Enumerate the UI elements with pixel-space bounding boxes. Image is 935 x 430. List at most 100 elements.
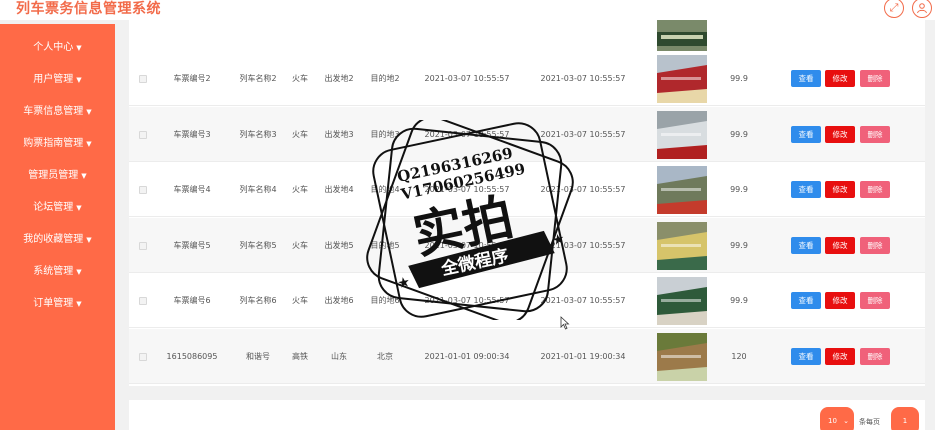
edit-button[interactable]: 修改 [825, 181, 855, 198]
view-button[interactable]: 查看 [791, 70, 821, 87]
cell-type: 火车 [292, 185, 308, 194]
sidebar-item-label: 我的收藏管理 [23, 234, 84, 245]
delete-button[interactable]: 删除 [860, 181, 890, 198]
cell-name: 列车名称4 [239, 185, 277, 194]
cell-from: 出发地2 [324, 74, 354, 83]
train-photo [657, 332, 707, 381]
cell-arrive: 2021-03-07 10:55:57 [540, 240, 626, 250]
fullscreen-icon[interactable]: ⤢ [884, 0, 904, 18]
row-checkbox[interactable] [139, 130, 147, 139]
view-button[interactable]: 查看 [791, 236, 821, 254]
edit-button[interactable]: 修改 [825, 70, 855, 87]
train-photo [657, 110, 707, 159]
sidebar-item-label: 用户管理 [33, 74, 74, 85]
train-photo [657, 20, 707, 51]
sidebar-item[interactable]: 管理员管理 ▼ [0, 160, 115, 192]
view-button[interactable]: 查看 [791, 292, 821, 309]
cell-depart: 2021-03-07 10:55:57 [424, 296, 510, 305]
cell-arrive: 2021-03-07 10:55:57 [540, 296, 626, 305]
table-row: 车票编号3 列车名称3 火车 出发地3 目的地3 2021-03-07 10:55:57 2… [129, 106, 925, 162]
page-button-current[interactable]: 1 [891, 407, 919, 430]
cell-from: 出发地4 [324, 185, 354, 194]
cell-from: 山东 [331, 351, 347, 361]
cell-code: 车票编号5 [173, 240, 211, 250]
cell-arrive: 2021-03-07 10:55:57 [540, 129, 626, 139]
table-row: 车票编号6 列车名称6 火车 出发地6 目的地6 2021-03-07 10:55:57 2… [129, 273, 925, 328]
cell-name: 和谐号 [246, 351, 270, 361]
sidebar-item-label: 车票信息管理 [23, 106, 84, 117]
cell-name: 列车名称3 [239, 129, 277, 139]
table-row: 车票编号4 列车名称4 火车 出发地4 目的地4 2021-03-07 10:55:57 2… [129, 162, 925, 217]
cell-code: 车票编号4 [173, 185, 211, 194]
cell-type: 火车 [292, 296, 308, 305]
edit-button[interactable]: 修改 [825, 292, 855, 309]
ticket-table: 车票编号2 列车名称2 火车 出发地2 目的地2 2021-03-07 10:55:57 2… [129, 20, 925, 386]
cell-depart: 2021-03-07 10:55:57 [424, 129, 510, 139]
row-checkbox[interactable] [139, 297, 147, 305]
view-button[interactable]: 查看 [791, 347, 821, 365]
row-checkbox[interactable] [139, 241, 147, 250]
cell-code: 车票编号3 [173, 129, 211, 139]
caret-down-icon: ▼ [76, 268, 82, 276]
mouse-cursor-icon [560, 316, 570, 330]
caret-down-icon: ▼ [86, 236, 92, 244]
row-checkbox[interactable] [139, 186, 147, 194]
view-button[interactable]: 查看 [791, 125, 821, 143]
sidebar-item[interactable]: 论坛管理 ▼ [0, 192, 115, 224]
delete-button[interactable]: 删除 [860, 125, 890, 143]
sidebar-item-label: 购票指南管理 [23, 138, 84, 149]
cell-code: 1615086095 [166, 351, 218, 361]
delete-button[interactable]: 删除 [860, 70, 890, 87]
cell-price: 99.9 [730, 240, 748, 250]
cell-code: 车票编号2 [173, 74, 211, 83]
view-button[interactable]: 查看 [791, 181, 821, 198]
cell-price: 99.9 [730, 74, 748, 83]
caret-down-icon: ▼ [81, 172, 87, 180]
top-bar: 列车票务信息管理系统 ⤢ [0, 0, 935, 20]
sidebar-item[interactable]: 个人中心 ▼ [0, 32, 115, 64]
cell-price: 99.9 [730, 185, 748, 194]
cell-to: 北京 [377, 351, 393, 361]
sidebar-item-label: 系统管理 [33, 266, 74, 277]
sidebar-item[interactable]: 订单管理 ▼ [0, 288, 115, 320]
sidebar-item-label: 个人中心 [33, 42, 74, 53]
cell-from: 出发地5 [324, 240, 354, 250]
cell-name: 列车名称2 [239, 74, 277, 83]
cell-type: 火车 [292, 129, 308, 139]
delete-button[interactable]: 删除 [860, 292, 890, 309]
caret-down-icon: ▼ [76, 204, 82, 212]
row-checkbox[interactable] [139, 352, 147, 361]
delete-button[interactable]: 删除 [860, 347, 890, 365]
cell-depart: 2021-03-07 10:55:57 [424, 185, 510, 194]
sidebar-item-label: 管理员管理 [28, 170, 79, 181]
caret-down-icon: ▼ [76, 44, 82, 52]
table-row: 车票编号2 列车名称2 火车 出发地2 目的地2 2021-03-07 10:55:57 2… [129, 51, 925, 106]
train-photo [657, 166, 707, 214]
sidebar-item[interactable]: 系统管理 ▼ [0, 256, 115, 288]
cell-name: 列车名称5 [239, 240, 277, 250]
user-icon[interactable] [912, 0, 932, 18]
cell-price: 99.9 [730, 296, 748, 305]
pagination: 10 ⌄ 条每页 1 [129, 400, 925, 430]
sidebar-item[interactable]: 我的收藏管理 ▼ [0, 224, 115, 256]
cell-name: 列车名称6 [239, 296, 277, 305]
edit-button[interactable]: 修改 [825, 236, 855, 254]
table-row: 1615086095 和谐号 高铁 山东 北京 2021-01-01 09:00:34 20… [129, 328, 925, 384]
cell-to: 目的地3 [370, 129, 400, 139]
edit-button[interactable]: 修改 [825, 347, 855, 365]
page-size-select[interactable]: 10 ⌄ [820, 407, 854, 430]
delete-button[interactable]: 删除 [860, 236, 890, 254]
train-photo [657, 221, 707, 270]
chevron-down-icon: ⌄ [843, 417, 849, 425]
sidebar-item[interactable]: 购票指南管理 ▼ [0, 128, 115, 160]
cell-depart: 2021-03-07 10:55:57 [424, 74, 510, 83]
caret-down-icon: ▼ [76, 300, 82, 308]
row-checkbox[interactable] [139, 75, 147, 83]
cell-arrive: 2021-03-07 10:55:57 [540, 74, 626, 83]
sidebar-item[interactable]: 用户管理 ▼ [0, 64, 115, 96]
sidebar-item-label: 论坛管理 [33, 202, 74, 213]
cell-from: 出发地3 [324, 129, 354, 139]
cell-code: 车票编号6 [173, 296, 211, 305]
edit-button[interactable]: 修改 [825, 125, 855, 143]
sidebar-item[interactable]: 车票信息管理 ▼ [0, 96, 115, 128]
